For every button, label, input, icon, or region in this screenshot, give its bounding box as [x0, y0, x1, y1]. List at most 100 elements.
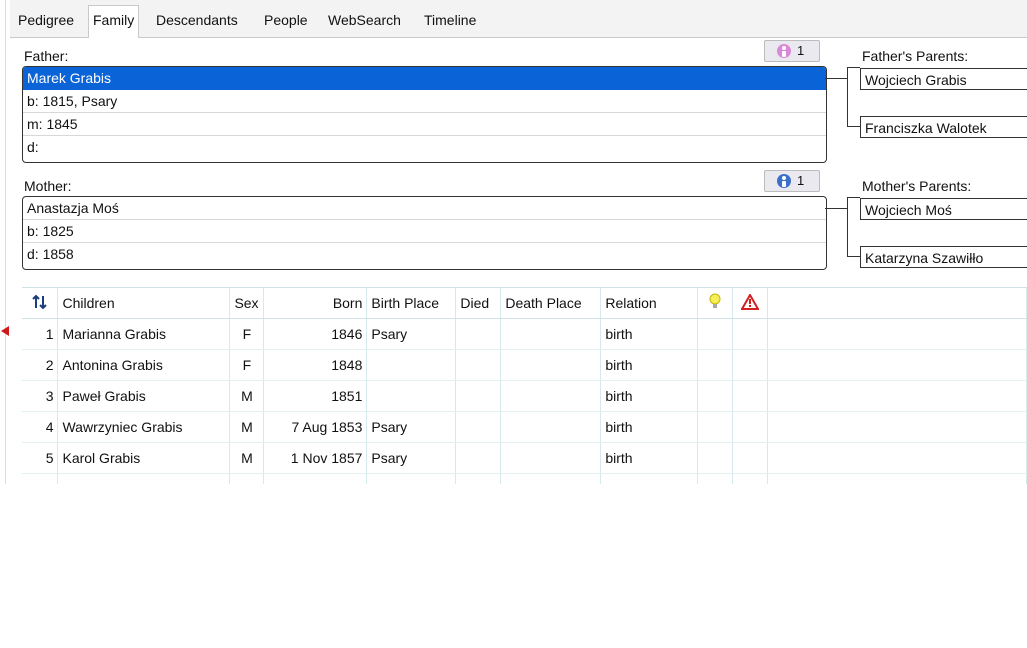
tab-people[interactable]: People [264, 6, 308, 36]
empty-cell [263, 473, 368, 484]
child-name[interactable]: Paweł Grabis [57, 380, 231, 412]
mother-birth[interactable]: b: 1825 [23, 220, 826, 243]
add-child-placeholder[interactable]: + Click to add a child [57, 473, 231, 484]
child-birth-place[interactable]: Psary [366, 318, 457, 350]
warning-cell [732, 411, 769, 443]
row-number: 2 [22, 349, 59, 381]
child-birth-place[interactable]: Psary [366, 411, 457, 443]
child-death-place[interactable] [500, 318, 602, 350]
gutter-line [5, 0, 6, 484]
child-sex[interactable]: M [229, 380, 265, 412]
header-birth-place[interactable]: Birth Place [366, 288, 457, 319]
father-death[interactable]: d: [23, 136, 826, 159]
child-relation[interactable]: birth [600, 442, 699, 474]
empty-cell [366, 473, 457, 484]
child-died[interactable] [455, 349, 502, 381]
table-row[interactable]: 5 Karol Grabis M 1 Nov 1857 Psary birth [22, 442, 1027, 474]
father-birth[interactable]: b: 1815, Psary [23, 90, 826, 113]
hint-cell [697, 318, 734, 350]
warning-cell [732, 442, 769, 474]
child-born[interactable]: 1 Nov 1857 [263, 442, 368, 474]
table-row[interactable]: 2 Antonina Grabis F 1848 birth [22, 349, 1027, 381]
child-birth-place[interactable] [366, 380, 457, 412]
child-name[interactable]: Wawrzyniec Grabis [57, 411, 231, 443]
connector-line [847, 256, 860, 257]
warning-icon[interactable] [732, 288, 769, 319]
child-died[interactable] [455, 380, 502, 412]
child-relation[interactable]: birth [600, 380, 699, 412]
table-row[interactable]: 4 Wawrzyniec Grabis M 7 Aug 1853 Psary b… [22, 411, 1027, 443]
child-born[interactable]: 7 Aug 1853 [263, 411, 368, 443]
table-row[interactable]: 3 Paweł Grabis M 1851 birth [22, 380, 1027, 412]
connector-line [847, 126, 860, 127]
child-sex[interactable]: M [229, 411, 265, 443]
empty-cell [767, 473, 1027, 484]
connector-line [825, 208, 847, 209]
fathers-father[interactable]: Wojciech Grabis [860, 68, 1027, 90]
header-died[interactable]: Died [455, 288, 502, 319]
child-born[interactable]: 1848 [263, 349, 368, 381]
tab-family[interactable]: Family [88, 5, 140, 39]
header-children[interactable]: Children [57, 288, 231, 319]
empty-cell [732, 473, 769, 484]
tab-pedigree[interactable]: Pedigree [18, 6, 74, 36]
father-label: Father: [24, 48, 69, 64]
child-death-place[interactable] [500, 380, 602, 412]
child-death-place[interactable] [500, 411, 602, 443]
add-child-row[interactable]: + Click to add a child [22, 473, 1027, 484]
mother-name[interactable]: Anastazja Moś [23, 197, 826, 220]
header-relation[interactable]: Relation [600, 288, 699, 319]
hint-cell [697, 411, 734, 443]
hint-cell [697, 380, 734, 412]
fathers-mother[interactable]: Franciszka Walotek [860, 116, 1027, 138]
father-marriage[interactable]: m: 1845 [23, 113, 826, 136]
mother-box: Anastazja Moś b: 1825 d: 1858 [22, 196, 827, 270]
mother-media-badge[interactable]: 1 [764, 170, 820, 192]
child-name[interactable]: Karol Grabis [57, 442, 231, 474]
lightbulb-icon[interactable] [697, 288, 734, 319]
child-death-place[interactable] [500, 442, 602, 474]
mother-death[interactable]: d: 1858 [23, 243, 826, 266]
warning-cell [732, 380, 769, 412]
child-died[interactable] [455, 442, 502, 474]
sort-arrows-icon[interactable] [22, 288, 59, 319]
tab-timeline[interactable]: Timeline [424, 6, 476, 36]
children-grid: Children Sex Born Birth Place Died Death… [22, 287, 1027, 484]
tab-websearch[interactable]: WebSearch [328, 6, 401, 36]
filler-cell [767, 318, 1027, 350]
mothers-father[interactable]: Wojciech Moś [860, 198, 1027, 220]
child-name[interactable]: Marianna Grabis [57, 318, 231, 350]
child-death-place[interactable] [500, 349, 602, 381]
child-birth-place[interactable]: Psary [366, 442, 457, 474]
child-birth-place[interactable] [366, 349, 457, 381]
child-died[interactable] [455, 318, 502, 350]
child-relation[interactable]: birth [600, 349, 699, 381]
current-row-marker-icon [1, 326, 9, 336]
father-name[interactable]: Marek Grabis [23, 67, 826, 90]
header-born[interactable]: Born [263, 288, 368, 319]
mother-label: Mother: [24, 178, 72, 194]
mothers-parents-label: Mother's Parents: [862, 178, 972, 194]
header-death-place[interactable]: Death Place [500, 288, 602, 319]
empty-cell [455, 473, 502, 484]
row-number: 1 [22, 318, 59, 350]
child-sex[interactable]: F [229, 318, 265, 350]
child-sex[interactable]: F [229, 349, 265, 381]
child-relation[interactable]: birth [600, 318, 699, 350]
female-person-icon [777, 44, 791, 58]
child-relation[interactable]: birth [600, 411, 699, 443]
table-row[interactable]: 1 Marianna Grabis F 1846 Psary birth [22, 318, 1027, 350]
header-sex[interactable]: Sex [229, 288, 265, 319]
connector-line [847, 67, 860, 68]
child-died[interactable] [455, 411, 502, 443]
father-media-badge[interactable]: 1 [764, 40, 820, 62]
mothers-mother[interactable]: Katarzyna Szawiłło [860, 246, 1027, 268]
child-sex[interactable]: M [229, 442, 265, 474]
connector-line [825, 78, 847, 79]
tab-descendants[interactable]: Descendants [156, 6, 238, 36]
connector-line [847, 197, 860, 198]
warning-cell [732, 318, 769, 350]
child-name[interactable]: Antonina Grabis [57, 349, 231, 381]
child-born[interactable]: 1846 [263, 318, 368, 350]
child-born[interactable]: 1851 [263, 380, 368, 412]
